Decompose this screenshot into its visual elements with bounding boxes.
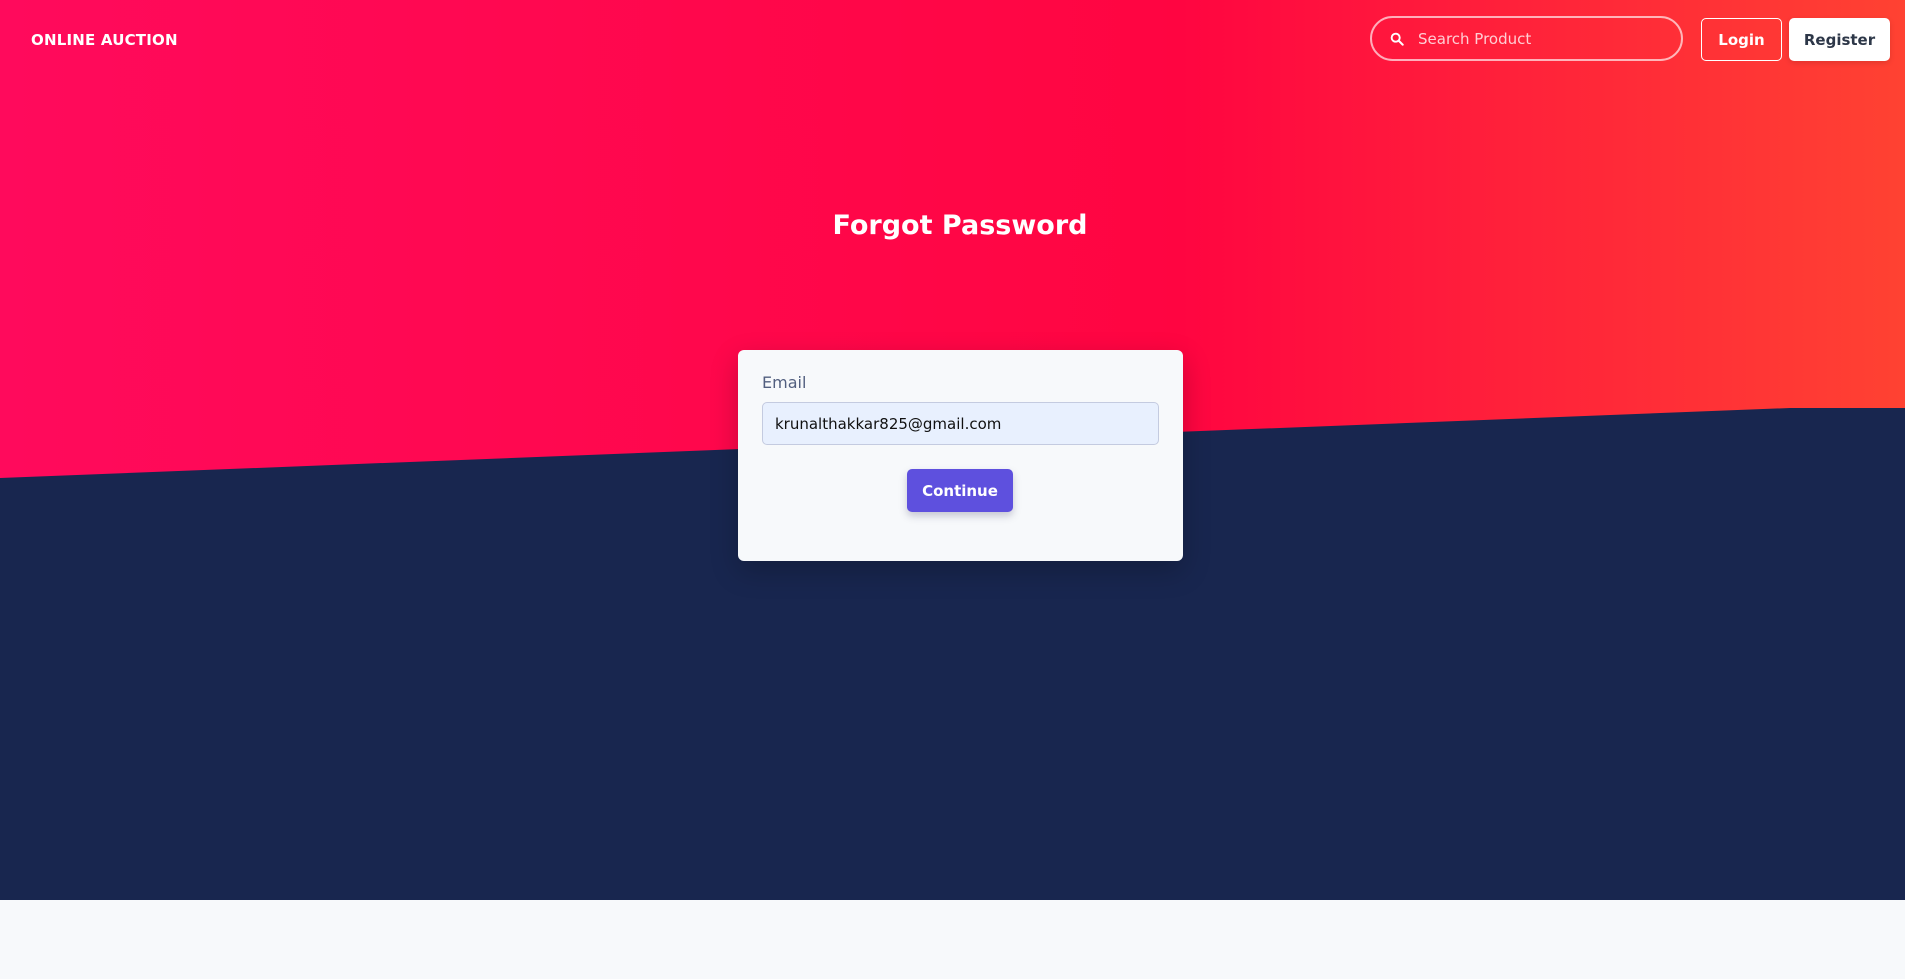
brand-logo[interactable]: ONLINE AUCTION — [31, 31, 178, 49]
search-bar[interactable] — [1370, 16, 1683, 61]
search-icon — [1390, 32, 1404, 46]
page-title: Forgot Password — [832, 210, 1088, 241]
email-field[interactable] — [762, 402, 1159, 445]
register-button[interactable]: Register — [1789, 18, 1890, 61]
search-input[interactable] — [1416, 28, 1670, 49]
login-button[interactable]: Login — [1701, 18, 1782, 61]
navbar: ONLINE AUCTION Login Register — [0, 0, 1905, 80]
hero-section: ONLINE AUCTION Login Register Forgot Pas… — [0, 0, 1905, 900]
email-label: Email — [762, 373, 807, 392]
continue-button[interactable]: Continue — [907, 469, 1013, 512]
forgot-password-card: Email Continue — [738, 350, 1183, 561]
